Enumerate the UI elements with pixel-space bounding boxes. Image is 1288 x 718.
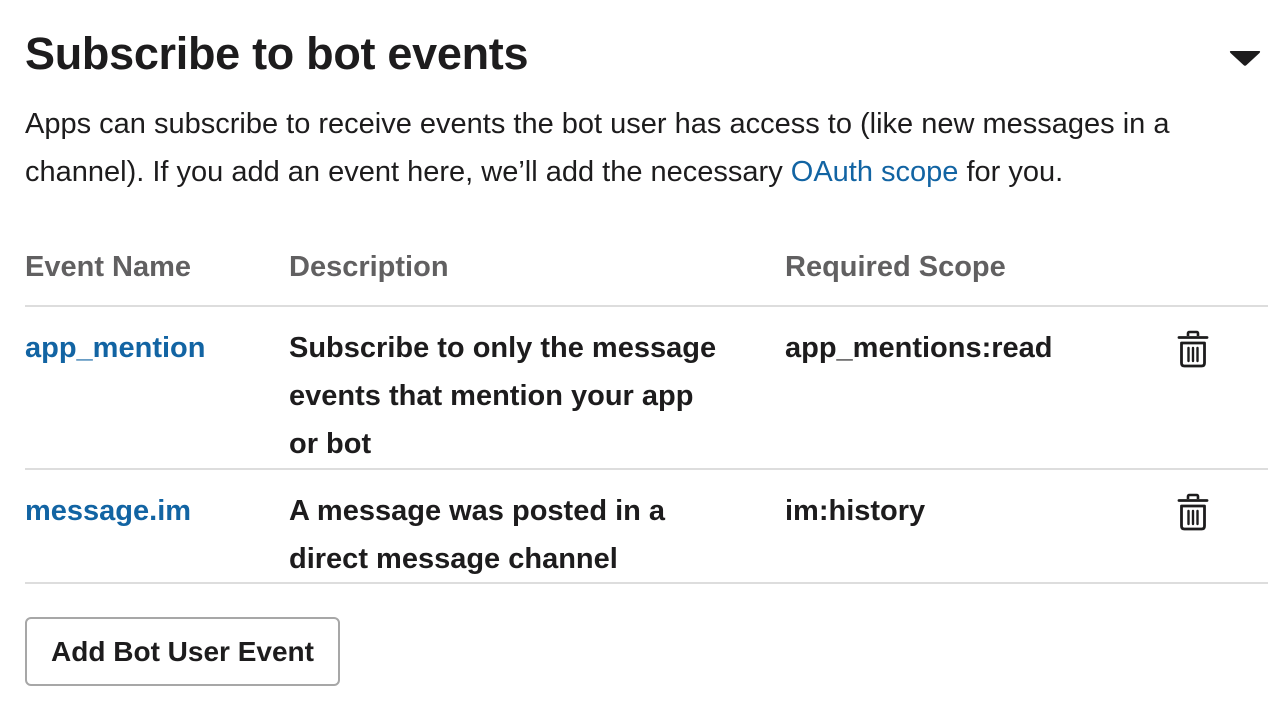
event-name-cell: app_mention [25,324,275,372]
caret-down-icon[interactable] [1228,44,1262,72]
event-name-cell: message.im [25,487,275,535]
event-description: A message was posted in a direct message… [289,495,666,575]
column-header-event-name: Event Name [25,251,192,283]
table-row: message.im A message was posted in a dir… [25,470,1268,584]
event-required-scope: app_mentions:read [785,332,1053,364]
event-name-link[interactable]: app_mention [25,332,205,364]
description-text-end: for you. [958,156,1064,188]
table-row: app_mention Subscribe to only the messag… [25,307,1268,470]
column-header-description: Description [289,251,449,283]
trash-icon[interactable] [1176,329,1210,369]
section-title: Subscribe to bot events [25,28,529,79]
oauth-scope-link[interactable]: OAuth scope [791,156,959,188]
trash-icon[interactable] [1176,492,1210,532]
section-description: Apps can subscribe to receive events the… [25,100,1270,196]
add-bot-user-event-button[interactable]: Add Bot User Event [25,617,340,686]
events-table: Event Name Description Required Scope ap… [25,242,1268,584]
column-header-required-scope: Required Scope [785,251,1006,283]
event-required-scope: im:history [785,495,926,527]
event-name-link[interactable]: message.im [25,495,191,527]
event-description: Subscribe to only the message events tha… [289,332,717,460]
table-header-row: Event Name Description Required Scope [25,242,1268,307]
